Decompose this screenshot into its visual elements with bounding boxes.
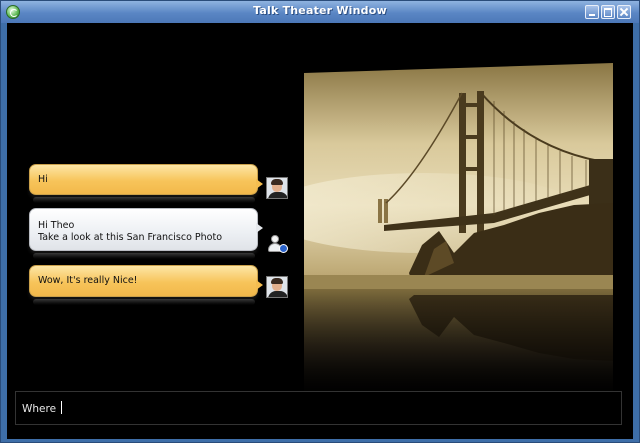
golden-gate-bridge-image (304, 63, 613, 403)
bubble-reflection (33, 299, 255, 305)
message-line: Take a look at this San Francisco Photo (38, 232, 223, 243)
title-bar[interactable]: Talk Theater Window (1, 1, 639, 23)
window-title: Talk Theater Window (253, 4, 387, 17)
maximize-button[interactable] (601, 5, 615, 19)
message-text: Hi Theo Take a look at this San Francisc… (38, 220, 222, 244)
message-bubble: Hi Theo Take a look at this San Francisc… (29, 208, 263, 251)
contact-avatar (266, 177, 288, 199)
message-text: Hi (38, 174, 48, 185)
text-caret (61, 401, 63, 414)
shared-photo[interactable] (304, 63, 613, 403)
bubble-reflection (33, 253, 255, 259)
contact-avatar (266, 276, 288, 298)
user-info-icon (266, 233, 288, 255)
message-bubble: Hi (29, 164, 263, 195)
conversation-area: Hi Hi Theo Take a look at this San Franc… (7, 23, 633, 439)
talk-theater-window: Talk Theater Window Hi Hi Theo Take a lo… (0, 0, 640, 443)
message-input[interactable]: Where (15, 391, 622, 425)
message-bubble: Wow, It's really Nice! (29, 265, 263, 297)
close-button[interactable] (617, 5, 631, 19)
message-input-text: Where (22, 401, 63, 415)
message-line: Hi Theo (38, 220, 75, 231)
minimize-button[interactable] (585, 5, 599, 19)
bubble-reflection (33, 197, 255, 203)
message-text: Wow, It's really Nice! (38, 275, 138, 286)
